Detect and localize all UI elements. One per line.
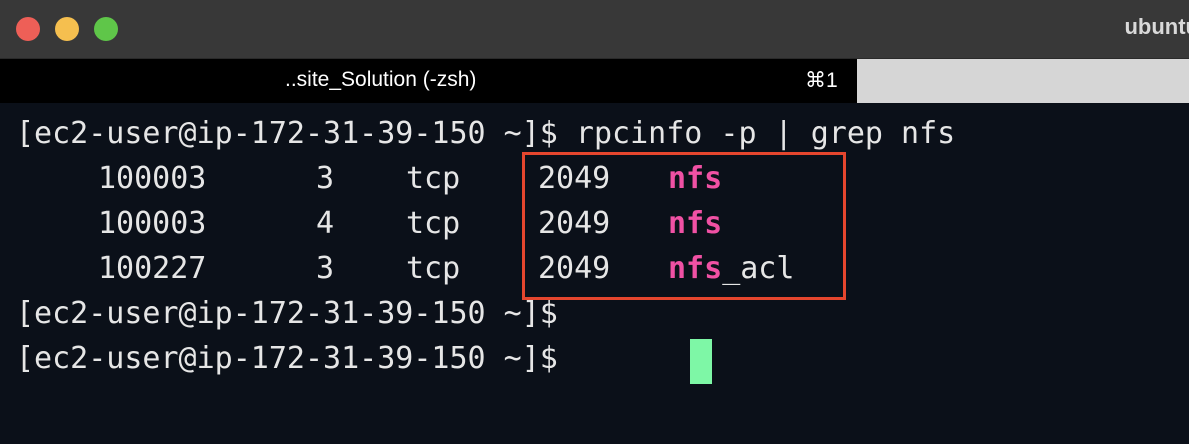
prompt: [ec2-user@ip-172-31-39-150 ~]$ [16,116,576,151]
tab-inactive[interactable] [857,59,1189,103]
zoom-window-button[interactable] [94,17,118,41]
tab-active[interactable]: ..site_Solution (-zsh) ⌘1 [0,59,855,103]
command-text: rpcinfo -p | grep nfs [575,116,956,151]
close-window-button[interactable] [16,17,40,41]
version-number: 4 [316,206,335,241]
minimize-window-button[interactable] [55,17,79,41]
output-row: 100003 3 tcp 2049 nfs [16,156,722,201]
version-number: 3 [316,251,335,286]
window-title: ubuntu [1124,14,1189,39]
version-number: 3 [316,161,335,196]
prompt-line: [ec2-user@ip-172-31-39-150 ~]$ [16,341,576,376]
program-number: 100227 [98,251,207,286]
terminal-window: ubuntu ..site_Solution (-zsh) ⌘1 [ec2-us… [0,0,1189,444]
protocol: tcp [406,251,461,286]
program-number: 100003 [98,206,207,241]
tab-shortcut: ⌘1 [805,69,838,92]
program-number: 100003 [98,161,207,196]
tab-bar: ..site_Solution (-zsh) ⌘1 [0,59,1189,103]
text-cursor [690,339,712,384]
prompt-line: [ec2-user@ip-172-31-39-150 ~]$ [16,296,558,331]
output-row: 100003 4 tcp 2049 nfs [16,201,722,246]
tab-label: ..site_Solution (-zsh) [285,68,477,91]
protocol: tcp [406,161,461,196]
command-line: [ec2-user@ip-172-31-39-150 ~]$ rpcinfo -… [16,111,955,156]
highlight-annotation-box [522,152,846,300]
output-row: 100227 3 tcp 2049 nfs_acl [16,246,794,291]
title-bar[interactable]: ubuntu [0,0,1189,59]
protocol: tcp [406,206,461,241]
